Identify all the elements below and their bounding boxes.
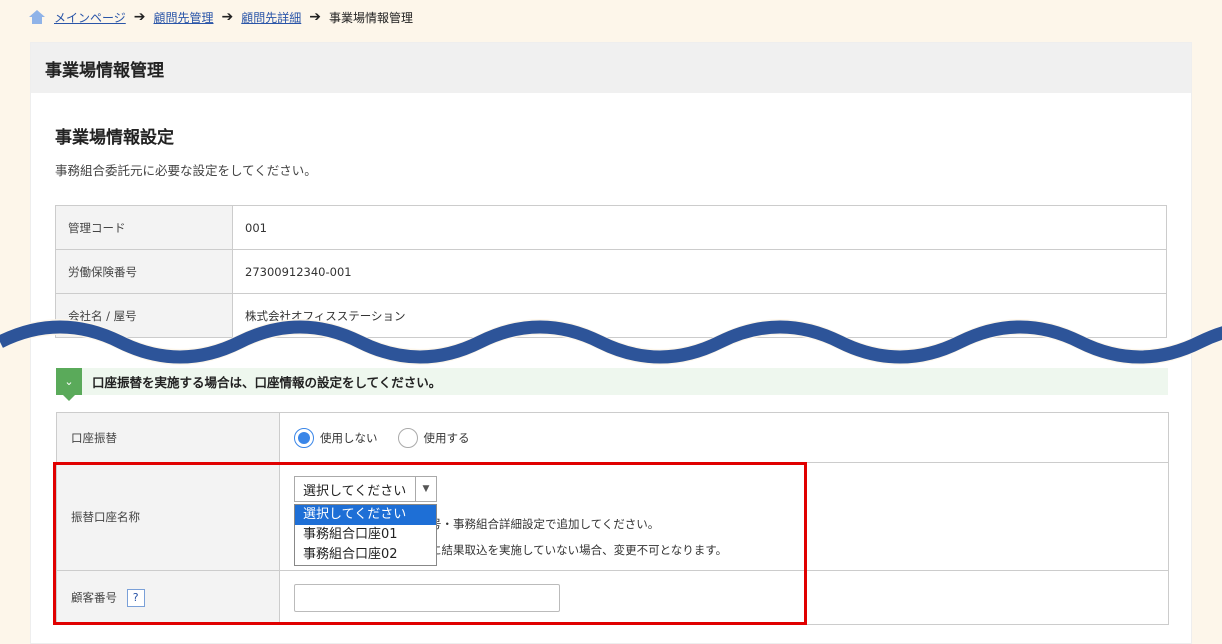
radio-not-use[interactable] [294, 427, 314, 448]
help-text-add-account: 号・事務組合詳細設定で追加してください。 [430, 517, 660, 531]
value-labor-insurance-number: 27300912340-001 [232, 249, 1167, 294]
breadcrumb-link-main[interactable]: メインページ [54, 9, 126, 26]
transfer-account-cell: 選択してください ▼ 号・事務組合詳細設定で追加してください。 に結果取込を実施… [279, 462, 1169, 571]
label-management-code: 管理コード [55, 205, 233, 250]
home-icon [29, 10, 45, 24]
panel-header: 事業場情報管理 [31, 43, 1191, 93]
help-text-change-restriction: に結果取込を実施していない場合、変更不可となります。 [430, 543, 728, 557]
section-description: 事務組合委託元に必要な設定をしてください。 [55, 163, 317, 178]
label-account-transfer: 口座振替 [56, 412, 280, 463]
dropdown-option-placeholder[interactable]: 選択してください [295, 505, 436, 525]
notice-banner: ⌄ 口座振替を実施する場合は、口座情報の設定をしてください。 [56, 368, 1168, 401]
notice-text: 口座振替を実施する場合は、口座情報の設定をしてください。 [92, 375, 442, 390]
label-customer-number-cell: 顧客番号 ? [56, 570, 280, 625]
table-row: 顧客番号 ? [56, 570, 1169, 625]
table-row: 振替口座名称 選択してください ▼ 号・事務組合詳細設定で追加してください。 に… [56, 462, 1169, 571]
radio-group: 使用しない 使用する [294, 427, 1154, 448]
customer-number-cell [279, 570, 1169, 625]
bank-transfer-table: 口座振替 使用しない 使用する 振替口座名称 選択してください ▼ 号・事務組合… [56, 412, 1169, 625]
select-value: 選択してください [303, 483, 407, 499]
radio-not-use-label[interactable]: 使用しない [320, 430, 378, 446]
dropdown-option-account-02[interactable]: 事務組合口座02 [295, 545, 436, 565]
breadcrumb-link-client-detail[interactable]: 顧問先詳細 [241, 9, 301, 26]
account-select[interactable]: 選択してください ▼ [294, 476, 437, 502]
table-row: 労働保険番号 27300912340-001 [55, 249, 1167, 294]
breadcrumb-current: 事業場情報管理 [329, 10, 414, 25]
wave-divider [0, 319, 1222, 365]
chevron-down-icon[interactable]: ▼ [415, 477, 436, 501]
customer-number-input[interactable] [294, 583, 560, 612]
page-title: 事業場情報管理 [45, 60, 164, 81]
section-title: 事業場情報設定 [55, 128, 174, 148]
value-management-code: 001 [232, 205, 1167, 250]
breadcrumb: メインページ ➔ 顧問先管理 ➔ 顧問先詳細 ➔ 事業場情報管理 [28, 8, 413, 26]
dropdown-option-account-01[interactable]: 事務組合口座01 [295, 525, 436, 545]
label-transfer-account-name: 振替口座名称 [56, 462, 280, 571]
radio-use[interactable] [397, 427, 418, 448]
help-icon[interactable]: ? [126, 588, 145, 607]
arrow-right-icon: ➔ [221, 9, 234, 25]
radio-use-label[interactable]: 使用する [424, 430, 470, 446]
account-dropdown-list: 選択してください 事務組合口座01 事務組合口座02 [294, 504, 437, 566]
table-row: 管理コード 001 [55, 205, 1167, 250]
label-labor-insurance-number: 労働保険番号 [55, 249, 233, 294]
arrow-right-icon: ➔ [133, 9, 146, 25]
table-row: 口座振替 使用しない 使用する [56, 412, 1169, 463]
chevron-down-icon: ⌄ [56, 368, 82, 401]
label-customer-number: 顧客番号 [71, 590, 117, 604]
account-transfer-options: 使用しない 使用する [279, 412, 1169, 463]
arrow-right-icon: ➔ [309, 9, 321, 25]
breadcrumb-link-clients[interactable]: 顧問先管理 [154, 9, 214, 26]
